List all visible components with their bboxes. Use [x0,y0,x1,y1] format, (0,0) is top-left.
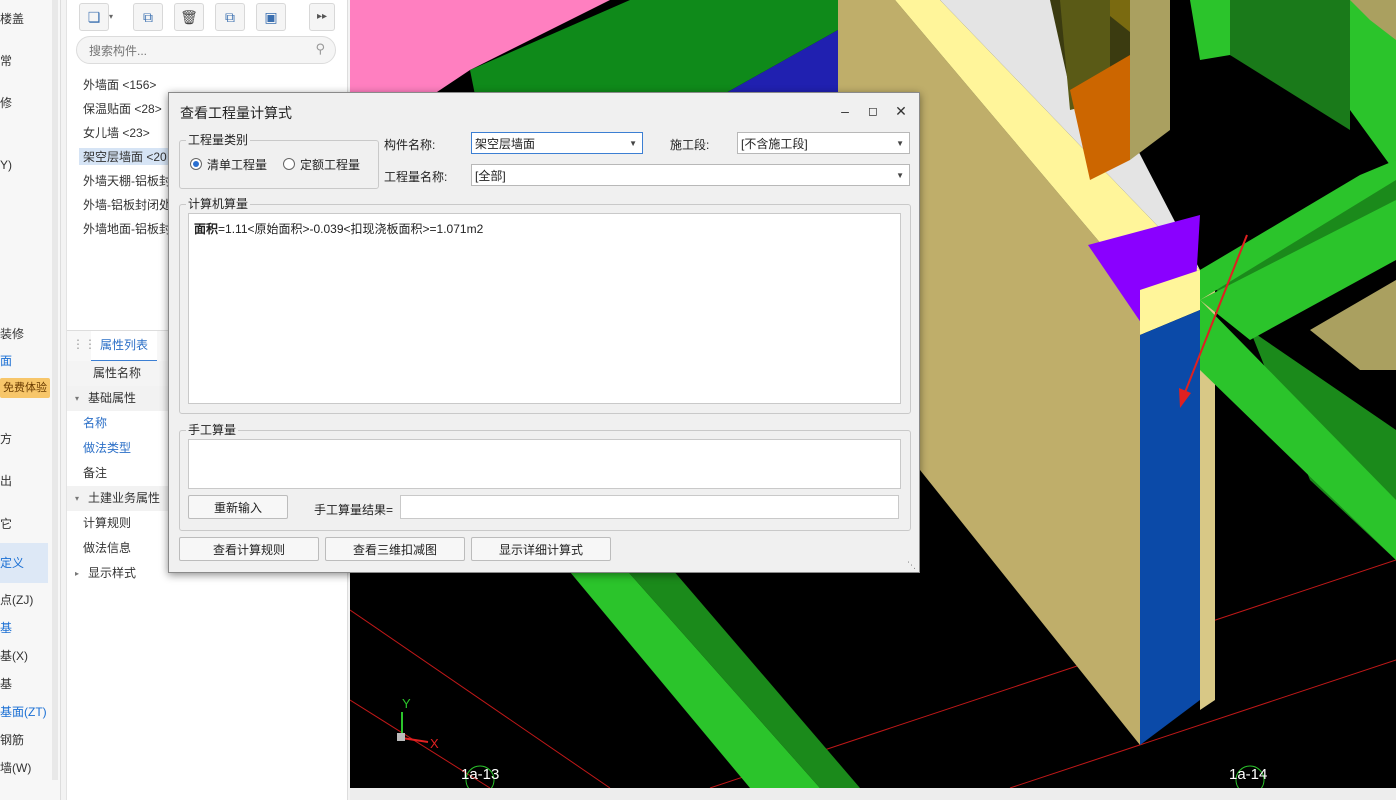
status-bar [350,788,1396,800]
qty-name-value: [全部] [475,169,506,183]
search-input[interactable] [87,41,311,61]
radio-quota-qty[interactable] [283,158,295,170]
property-label: 做法信息 [83,541,132,555]
left-nav-panel: 楼盖 常 修 Y) 装修 面 方 出 它 定义 点(ZJ) 基 基(X) 基 基… [0,0,61,800]
nav-item[interactable]: 装修 [0,325,24,342]
duplicate-icon[interactable]: ⧉ [215,3,245,31]
dialog-title: 查看工程量计算式 [180,105,292,121]
nav-item[interactable]: 面 [0,352,12,369]
formula-text: 面积=1.11<原始面积>-0.039<扣现浇板面积>=1.071m2 [194,220,483,237]
nav-item[interactable]: 修 [0,94,12,111]
property-group-label: 显示样式 [88,566,137,580]
component-list-item[interactable]: 外墙地面-铝板封 [83,220,171,237]
qty-name-select[interactable]: [全部] ▼ [471,164,910,186]
nav-item-selected[interactable]: 定义 [0,543,48,583]
nav-item[interactable]: 出 [0,472,12,489]
copy-icon[interactable]: ⧉ [133,3,163,31]
formula-body: =1.11<原始面积>-0.039<扣现浇板面积>=1.071m2 [218,222,484,236]
nav-item[interactable]: 常 [0,52,12,69]
property-label: 计算规则 [83,516,132,530]
minimize-icon[interactable]: – [833,100,857,122]
component-list-item-selected[interactable]: 架空层墙面 <20 [79,148,171,165]
maximize-icon[interactable]: ◻ [861,100,885,122]
formula-head: 面积 [194,222,219,236]
chevron-down-icon: ▼ [896,139,904,148]
axis-y-label: Y [402,696,411,711]
chevron-down-icon: ▼ [896,171,904,180]
radio-bill-qty[interactable] [190,158,202,170]
view-3d-deduction-button[interactable]: 查看三维扣减图 [325,537,465,561]
nav-item[interactable]: 基(X) [0,647,28,664]
property-label: 做法类型 [83,441,132,455]
nav-item[interactable]: 楼盖 [0,10,24,27]
component-search[interactable]: ⚲ [76,36,336,64]
delete-icon[interactable]: 🗑 [174,3,204,31]
expand-icon[interactable]: ▸ [75,561,79,586]
component-name-label: 构件名称: [384,138,436,152]
component-name-value: 架空层墙面 [475,137,536,151]
nav-item[interactable]: 钢筋 [0,731,24,748]
component-list-item[interactable]: 保温贴面 <28> [83,100,162,117]
collapse-icon[interactable]: ▾ [75,386,79,411]
close-icon[interactable]: ✕ [889,100,913,122]
nav-item[interactable]: 点(ZJ) [0,591,33,608]
manual-calc-input[interactable] [188,439,901,489]
tab-property-list[interactable]: 属性列表 [91,331,157,362]
save-template-icon[interactable]: ▣ [256,3,286,31]
show-detail-formula-button[interactable]: 显示详细计算式 [471,537,611,561]
component-name-select[interactable]: 架空层墙面 ▼ [471,132,643,154]
collapse-icon[interactable]: ▾ [75,486,79,511]
nav-item[interactable]: 基 [0,619,12,636]
formula-textarea[interactable]: 面积=1.11<原始面积>-0.039<扣现浇板面积>=1.071m2 [188,213,901,404]
radio-quota-qty-label[interactable]: 定额工程量 [300,156,360,173]
component-list-item[interactable]: 外墙面 <156> [83,76,156,93]
axis-x-label: X [430,736,439,751]
stage-select[interactable]: [不含施工段] ▼ [737,132,910,154]
manual-calc-legend: 手工算量 [186,421,239,438]
search-icon[interactable]: ⚲ [315,41,325,57]
radio-bill-qty-label[interactable]: 清单工程量 [207,156,267,173]
nav-item[interactable]: Y) [0,158,12,172]
nav-item[interactable]: 墙(W) [0,759,31,776]
free-trial-badge[interactable]: 免费体验 [0,378,50,398]
view-calc-rules-button[interactable]: 查看计算规则 [179,537,319,561]
chevron-down-icon[interactable]: ▾ [109,12,113,21]
calc-formula-dialog: 查看工程量计算式 – ◻ ✕ 工程量类别 清单工程量 定额工程量 构件名称: 架… [168,92,920,573]
property-group-label: 土建业务属性 [88,491,161,505]
nav-item[interactable]: 基面(ZT) [0,703,47,720]
qty-type-legend: 工程量类别 [186,131,251,148]
property-group-label: 基础属性 [88,391,137,405]
manual-result-label: 手工算量结果= [314,503,394,517]
reinput-button[interactable]: 重新输入 [188,495,288,519]
grid-axis-label: 1a-13 [461,766,500,783]
stage-value: [不含施工段] [741,137,808,151]
nav-item[interactable]: 基 [0,675,12,692]
grid-axis-label: 1a-14 [1229,766,1268,783]
computer-calc-legend: 计算机算量 [186,195,251,212]
property-label: 名称 [83,416,108,430]
component-list-item[interactable]: 外墙天棚-铝板封 [83,172,171,189]
qty-name-label: 工程量名称: [384,170,448,184]
component-list-item[interactable]: 女儿墙 <23> [83,124,150,141]
stage-label: 施工段: [670,138,710,152]
resize-grip-icon[interactable]: ⋱ [907,560,916,571]
property-label: 备注 [83,466,108,480]
new-component-icon[interactable]: ❏ [79,3,109,31]
nav-item[interactable]: 它 [0,515,12,532]
expand-icon[interactable]: ▸▸ [309,3,335,31]
chevron-down-icon: ▼ [629,139,637,148]
property-name-header: 属性名称 [93,366,142,380]
nav-item[interactable]: 方 [0,430,12,447]
component-list-item[interactable]: 外墙-铝板封闭处 [83,196,171,213]
manual-result-field[interactable] [400,495,899,519]
scrollbar[interactable] [52,0,58,780]
